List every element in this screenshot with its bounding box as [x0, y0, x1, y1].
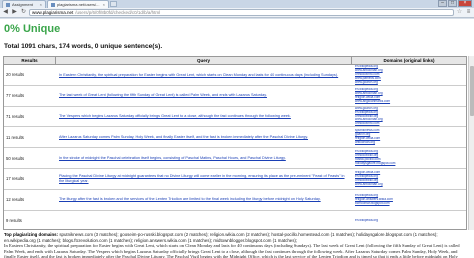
domain-links: en.wikipedia.org www.antiochian.org religi…	[352, 88, 466, 104]
reload-icon[interactable]: ↻	[20, 9, 27, 16]
tab-label: Assignment	[12, 2, 33, 7]
new-tab-button[interactable]	[110, 1, 117, 7]
table-row: 11 results After Lazarus Saturday comes P…	[4, 127, 466, 149]
address-bar[interactable]: www.plagiarisma.net /users/p/6/0f/8b0fd/…	[29, 9, 454, 16]
domain-links: en.wikipedia.org orthodoxwiki.org hostal-p…	[352, 150, 466, 166]
result-count: 12 results	[6, 197, 25, 203]
result-count: 11 results	[6, 134, 24, 140]
domain-links: en.wikipedia.org	[352, 219, 466, 223]
table-row: 17 results Placing the Paschal Divine Lit…	[4, 169, 466, 190]
tab-label: plagiarisma.net/users/...	[57, 2, 100, 7]
query-link[interactable]: In Eastern Christianity, the spiritual p…	[56, 73, 352, 78]
text-stats: Total 1091 chars, 174 words, 0 unique se…	[4, 43, 163, 50]
result-count: 17 results	[6, 176, 25, 182]
submitted-text: In Eastern Christianity, the spiritual p…	[4, 243, 460, 258]
results-scrollbar[interactable]	[468, 56, 474, 230]
address-domain: www.plagiarisma.net	[32, 10, 74, 15]
close-tab-icon[interactable]: ×	[40, 1, 42, 8]
tab-plagiarisma[interactable]: plagiarisma.net/users/... ×	[47, 0, 109, 8]
domain-links: religion.wikia.com en.wikipedia.org orthod…	[352, 171, 466, 187]
top-domains-label: Top plagiarizing domains:	[4, 232, 59, 237]
domain-link[interactable]: en.wikipedia.org	[355, 219, 466, 223]
query-link[interactable]: In the stroke of midnight the Paschal ce…	[56, 156, 352, 161]
minimize-icon[interactable]: –	[438, 0, 447, 7]
query-link[interactable]: Placing the Paschal Divine Liturgy at mi…	[56, 174, 352, 183]
domain-links: www.goarch.org en.wikipedia.org orthodoxwi…	[352, 107, 466, 127]
domain-link[interactable]: antiochian.org	[355, 141, 466, 145]
tab-assignment[interactable]: Assignment ×	[2, 0, 46, 8]
page-favicon-icon	[51, 2, 55, 7]
maximize-icon[interactable]: □	[448, 0, 457, 7]
uniqueness-headline: 0% Unique	[4, 23, 61, 35]
table-row: 9 results en.wikipedia.org	[4, 211, 466, 229]
table-row: 50 results In the stroke of midnight the …	[4, 148, 466, 169]
domain-link[interactable]: holidaysgalore.blogspot.com	[355, 162, 466, 166]
close-tab-icon[interactable]: ×	[103, 1, 105, 8]
domain-links: en.wikipedia.org religion.answers.wikia.c…	[352, 194, 466, 206]
window-controls: – □ ×	[438, 0, 472, 7]
result-count: 71 results	[6, 113, 25, 119]
scrollbar-thumb[interactable]	[470, 66, 474, 116]
result-count: 50 results	[6, 155, 25, 161]
browser-toolbar: ◀ ▶ ↻ www.plagiarisma.net /users/p/6/0f/…	[0, 8, 474, 18]
result-count: 77 results	[6, 93, 25, 99]
domain-link[interactable]: bcmcomar.blogspot.com	[355, 202, 466, 206]
table-row: 77 results The last week of Great Lent (f…	[4, 86, 466, 107]
close-window-icon[interactable]: ×	[458, 0, 472, 7]
header-query: Query	[56, 57, 352, 64]
table-row: 71 results The Vespers which begins Lazar…	[4, 107, 466, 128]
query-link[interactable]: The last week of Great Lent (following t…	[56, 93, 352, 98]
page-favicon-icon	[6, 2, 10, 7]
query-link[interactable]: The liturgy after the fast is broken and…	[56, 197, 352, 202]
table-row: 20 results In Eastern Christianity, the s…	[4, 65, 466, 86]
query-link[interactable]: The Vespers which begins Lazarus Saturda…	[56, 114, 352, 119]
domain-links: sputniknews.com goarch.org religion.wikia.…	[352, 129, 466, 145]
menu-icon[interactable]: ≡	[465, 9, 472, 16]
query-link[interactable]: After Lazarus Saturday comes Palm Sunday…	[56, 135, 352, 140]
results-table: Results Query Domains (original links) 2…	[3, 56, 467, 230]
address-path: /users/p/6/0f/8b0fd/checked/c0/1d/b/a/ht…	[75, 10, 161, 15]
table-header: Results Query Domains (original links)	[4, 57, 466, 65]
header-results: Results	[4, 57, 56, 64]
bookmark-star-icon[interactable]: ☆	[456, 9, 463, 16]
forward-arrow-icon[interactable]: ▶	[11, 9, 18, 16]
domain-link[interactable]: www.antiochian.org	[355, 183, 466, 187]
top-domains: Top plagiarizing domains: sputniknews.co…	[4, 232, 470, 243]
result-count: 20 results	[6, 72, 25, 78]
domain-links: en.wikipedia.org www.antiochian.org orthod…	[352, 65, 466, 85]
top-domains-list: sputniknews.com (3 matches); gooseim-po-…	[4, 232, 438, 243]
table-row: 12 results The liturgy after the fast is …	[4, 190, 466, 211]
header-domains: Domains (original links)	[383, 58, 435, 63]
domain-link[interactable]: www.goarch.org	[355, 81, 466, 85]
result-count: 9 results	[6, 217, 22, 223]
back-arrow-icon[interactable]: ◀	[2, 9, 9, 16]
domain-link[interactable]: orthodoxinfo.com	[355, 122, 466, 126]
page-content: 0% Unique Total 1091 chars, 174 words, 0…	[0, 19, 474, 258]
domain-link[interactable]: www.anglicanmarks.com	[355, 100, 466, 104]
browser-titlebar: Assignment × plagiarisma.net/users/... ×…	[0, 0, 474, 8]
